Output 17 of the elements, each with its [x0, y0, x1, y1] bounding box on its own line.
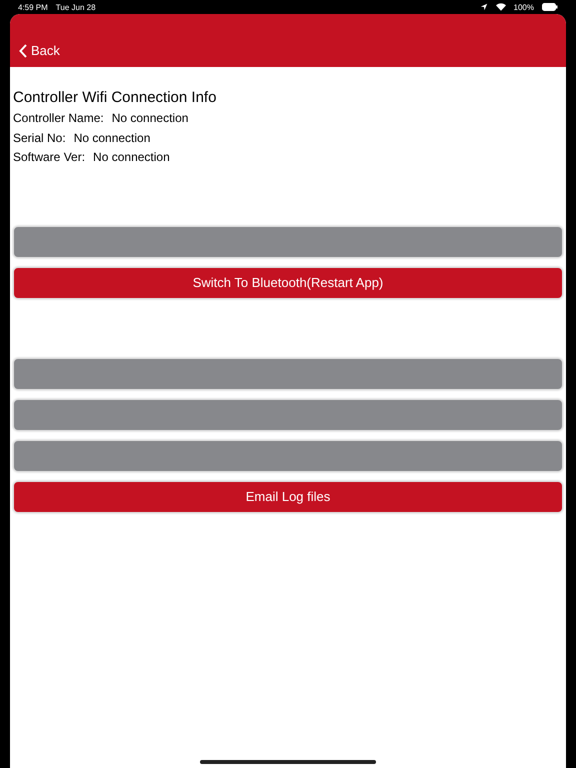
- wifi-icon: [496, 3, 506, 11]
- field-label: Serial No:: [13, 130, 66, 146]
- section-title: Controller Wifi Connection Info: [13, 89, 218, 106]
- location-icon: [480, 3, 488, 11]
- field-label: Controller Name:: [13, 110, 104, 127]
- battery-percentage: 100%: [514, 2, 534, 12]
- action-button[interactable]: Email Log files: [13, 480, 563, 512]
- chevron-left-icon: [19, 44, 27, 58]
- field-value: No connection: [93, 149, 170, 166]
- action-button[interactable]: Switch To Bluetooth(Restart App): [13, 266, 563, 298]
- status-date: Tue Jun 28: [56, 2, 96, 12]
- field-value: No connection: [74, 130, 150, 146]
- back-button[interactable]: Back: [19, 43, 60, 58]
- battery-icon: [542, 3, 558, 11]
- field-value: No connection: [112, 110, 188, 127]
- status-time: 4:59 PM: [18, 2, 48, 12]
- field-label: Software Ver:: [13, 149, 86, 166]
